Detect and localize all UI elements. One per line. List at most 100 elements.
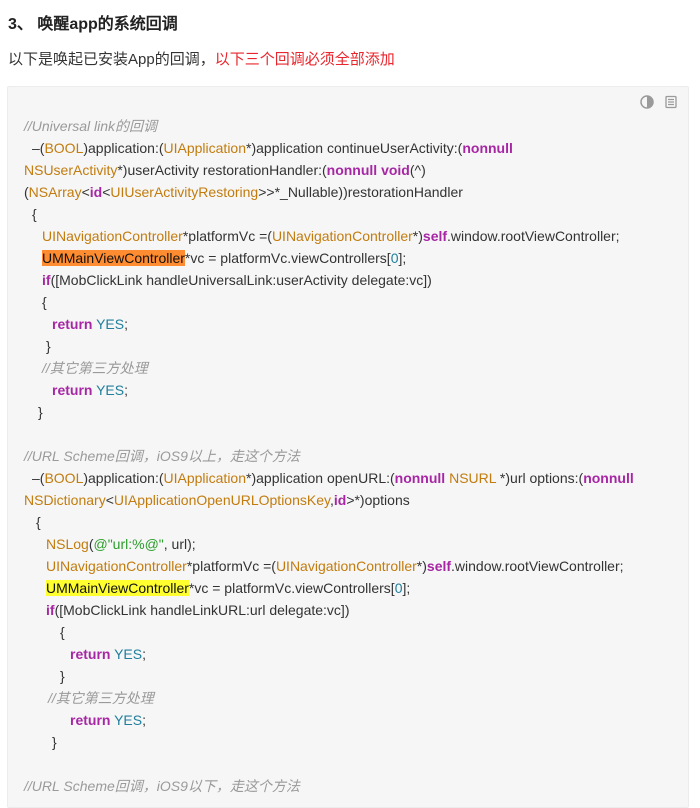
code-line: UINavigationController*platformVc =(UINa… [8, 225, 634, 247]
code-token: *)userActivity restorationHandler:( [117, 162, 327, 178]
code-token: //URL Scheme回调，iOS9以上，走这个方法 [24, 448, 300, 464]
code-token: *)url options:( [496, 470, 584, 486]
code-token: YES [114, 712, 143, 728]
code-token: NSLog [46, 536, 89, 552]
code-token: return [70, 646, 111, 662]
code-token: nonnull void [326, 162, 410, 178]
code-token: .window.rootViewController; [447, 228, 620, 244]
code-token: 0 [390, 250, 399, 266]
code-token: UINavigationController [42, 228, 183, 244]
code-token: UIApplication [163, 470, 247, 486]
code-token: *) [412, 228, 423, 244]
code-token: ; [124, 382, 128, 398]
code-toolbar [640, 95, 678, 109]
code-token: *)application openURL:( [246, 470, 395, 486]
code-token: nonnull [462, 140, 513, 156]
code-line: //其它第三方处理 [8, 687, 634, 709]
code-token: nonnull [394, 470, 446, 486]
code-token: if [46, 602, 55, 618]
code-token: UINavigationController [275, 558, 417, 574]
code-token: (^) [409, 162, 426, 178]
code-token: ; [142, 712, 146, 728]
code-token: 0 [394, 580, 403, 596]
code-line: { [8, 511, 634, 533]
code-block: //Universal link的回调 –(BOOL)application:(U… [7, 86, 689, 808]
code-token: id [333, 492, 347, 508]
code-line: { [8, 291, 634, 313]
code-token: ]; [398, 250, 407, 266]
code-token: self [422, 228, 448, 244]
theme-toggle-icon[interactable] [640, 95, 654, 109]
code-line: return YES; [8, 379, 634, 401]
code-token: self [426, 558, 452, 574]
code-line: { [8, 621, 634, 643]
code-token: NSDictionary [24, 492, 106, 508]
code-token: { [36, 514, 41, 530]
code-token: *platformVc =( [182, 228, 272, 244]
code-token: YES [96, 382, 125, 398]
code-line: //URL Scheme回调，iOS9以下，走这个方法 [8, 775, 634, 797]
code-line: NSLog(@"url:%@", url); [8, 533, 634, 555]
code-token: } [46, 338, 51, 354]
code-token: YES [114, 646, 143, 662]
code-line: return YES; [8, 313, 634, 335]
code-token: //其它第三方处理 [48, 690, 154, 706]
code-token: } [60, 668, 65, 684]
code-token: –( [32, 140, 45, 156]
code-line: //其它第三方处理 [8, 357, 634, 379]
code-token: NSArray [28, 184, 82, 200]
code-token: } [38, 404, 43, 420]
code-token: )application:( [83, 470, 164, 486]
code-token: ]; [402, 580, 411, 596]
code-line: } [8, 335, 634, 357]
code-line: //Universal link的回调 [8, 115, 634, 137]
code-token: )application:( [83, 140, 164, 156]
code-line: } [8, 731, 634, 753]
code-token: >>*_Nullable))restorationHandler [258, 184, 463, 200]
code-token: return [70, 712, 111, 728]
code-token: *) [416, 558, 427, 574]
code-token: .window.rootViewController; [451, 558, 624, 574]
code-token: //URL Scheme回调，iOS9以下，走这个方法 [24, 778, 300, 794]
code-token: UMMainViewController [42, 250, 185, 266]
code-token: *vc = platformVc.viewControllers[ [188, 580, 395, 596]
code-line: if([MobClickLink handleLinkURL:url deleg… [8, 599, 634, 621]
code-line: UMMainViewController*vc = platformVc.vie… [8, 577, 634, 599]
code-token: < [105, 492, 114, 508]
code-token: } [52, 734, 57, 750]
code-token: NSURL [449, 470, 497, 486]
code-token: UINavigationController [46, 558, 187, 574]
code-line: { [8, 203, 634, 225]
code-token: if [42, 272, 51, 288]
code-token: ; [124, 316, 128, 332]
code-token: BOOL [44, 470, 84, 486]
code-token: YES [96, 316, 125, 332]
code-token: { [42, 294, 47, 310]
section-heading: 3、 唤醒app的系统回调 [8, 16, 178, 33]
code-token: //Universal link的回调 [24, 118, 158, 134]
code-token: *vc = platformVc.viewControllers[ [184, 250, 391, 266]
code-line: UMMainViewController*vc = platformVc.vie… [8, 247, 634, 269]
code-line: return YES; [8, 643, 634, 665]
code-token: < [81, 184, 90, 200]
code-token: >*)options [346, 492, 410, 508]
code-token: , url); [163, 536, 196, 552]
code-token: –( [32, 470, 45, 486]
intro-emphasis: 以下三个回调必须全部添加 [214, 51, 395, 68]
code-token: { [32, 206, 37, 222]
code-token: UIApplication [163, 140, 247, 156]
code-token: @"url:%@" [93, 536, 164, 552]
code-token: UMMainViewController [46, 580, 189, 596]
code-token: ([MobClickLink handleLinkURL:url delegat… [54, 602, 350, 618]
code-line: if([MobClickLink handleUniversalLink:use… [8, 269, 634, 291]
intro-plain: 以下是唤起已安装App的回调， [8, 51, 215, 68]
code-token: *)application continueUserActivity:( [246, 140, 463, 156]
code-token: BOOL [44, 140, 84, 156]
code-token: ([MobClickLink handleUniversalLink:userA… [50, 272, 432, 288]
code-line: –(BOOL)application:(UIApplication*)appli… [8, 467, 634, 489]
copy-icon[interactable] [664, 95, 678, 109]
code-token: //其它第三方处理 [42, 360, 148, 376]
code-line: } [8, 401, 634, 423]
